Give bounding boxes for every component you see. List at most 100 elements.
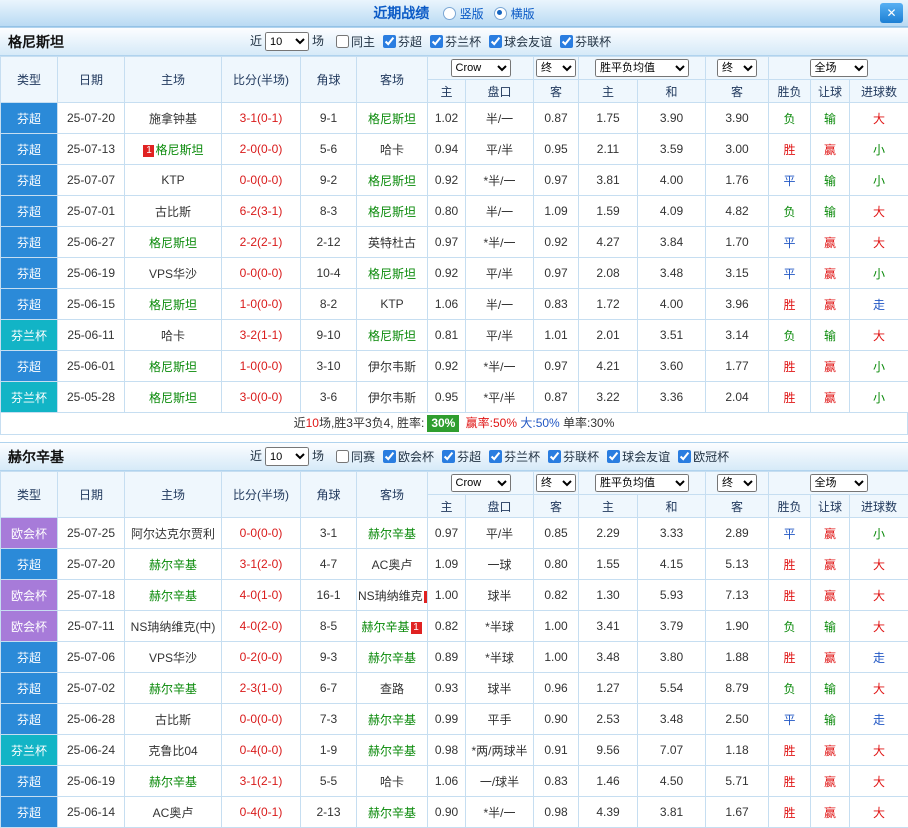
radio-button[interactable] [443, 7, 456, 20]
avg-draw-odds: 4.15 [638, 549, 706, 580]
odds-away: 0.83 [534, 289, 579, 320]
dialog-title: 近期战绩 [373, 5, 429, 21]
handicap-result-cell: 输 [811, 103, 850, 134]
initial-final-select-1[interactable]: 终 [536, 474, 576, 492]
match-count-select[interactable]: 10 [265, 32, 309, 51]
scope-select[interactable]: 全场 [810, 59, 868, 77]
avg-home-odds: 2.53 [579, 704, 638, 735]
home-team: 格尼斯坦 [125, 351, 222, 382]
corners: 7-3 [301, 704, 357, 735]
goals-cell: 大 [850, 797, 908, 828]
league-filter-checkbox[interactable] [560, 35, 573, 48]
radio-label[interactable]: 竖版 [460, 7, 484, 21]
away-team: 格尼斯坦 [357, 103, 428, 134]
odds-home: 1.09 [428, 549, 466, 580]
league-filter-checkbox[interactable] [336, 450, 349, 463]
result-cell: 负 [769, 103, 811, 134]
league-filter-checkbox[interactable] [383, 450, 396, 463]
match-score: 4-0(2-0) [222, 611, 301, 642]
home-team: 古比斯 [125, 704, 222, 735]
handicap-line: *半球 [466, 642, 534, 673]
avg-type-select[interactable]: 胜平负均值 [595, 474, 689, 492]
radio-label[interactable]: 横版 [511, 7, 535, 21]
odds-away: 0.97 [534, 165, 579, 196]
handicap-line: 球半 [466, 580, 534, 611]
league-filter-checkbox[interactable] [489, 35, 502, 48]
match-row: 欧会杯25-07-18赫尔辛基4-0(1-0)16-1NS珃纳维克11.00球半… [1, 580, 908, 611]
team-name: 赫尔辛基 [0, 447, 250, 467]
corners: 10-4 [301, 258, 357, 289]
league-filter[interactable]: 球会友谊 [489, 33, 552, 50]
away-team: 赫尔辛基1 [357, 611, 428, 642]
league-filter-checkbox[interactable] [336, 35, 349, 48]
initial-final-select-2[interactable]: 终 [717, 474, 757, 492]
league-filter[interactable]: 球会友谊 [607, 448, 670, 465]
initial-final-select-1[interactable]: 终 [536, 59, 576, 77]
avg-draw-odds: 4.00 [638, 289, 706, 320]
radio-button-selected[interactable] [494, 7, 507, 20]
league-filter-checkbox[interactable] [442, 450, 455, 463]
handicap-result-cell: 赢 [811, 227, 850, 258]
league-filter[interactable]: 芬兰杯 [489, 448, 540, 465]
match-date: 25-07-07 [58, 165, 125, 196]
corners: 3-6 [301, 382, 357, 413]
league-filter[interactable]: 同赛 [336, 448, 375, 465]
handicap-result-cell: 输 [811, 704, 850, 735]
league-filter[interactable]: 芬超 [383, 33, 422, 50]
league-filter-checkbox[interactable] [548, 450, 561, 463]
away-team: 英特杜古 [357, 227, 428, 258]
dropdown-cell: 胜平负均值 [579, 472, 706, 495]
league-filter-checkbox[interactable] [678, 450, 691, 463]
handicap-line: 半/一 [466, 289, 534, 320]
scope-select[interactable]: 全场 [810, 474, 868, 492]
match-row: 芬超25-06-14AC奥卢0-4(0-1)2-13赫尔辛基0.90*半/一0.… [1, 797, 908, 828]
red-card-badge: 1 [424, 591, 428, 603]
handicap-line: 平/半 [466, 134, 534, 165]
odds-home: 0.92 [428, 351, 466, 382]
match-row: 芬超25-06-01格尼斯坦1-0(0-0)3-10伊尔韦斯0.92*半/一0.… [1, 351, 908, 382]
match-date: 25-07-11 [58, 611, 125, 642]
titlebar: 近期战绩 竖版 横版 ✕ [0, 0, 908, 27]
odds-home: 1.00 [428, 580, 466, 611]
handicap-result-cell: 赢 [811, 382, 850, 413]
odds-away: 0.91 [534, 735, 579, 766]
column-header: 客 [534, 495, 579, 518]
league-filter[interactable]: 芬联杯 [560, 33, 611, 50]
initial-final-select-2[interactable]: 终 [717, 59, 757, 77]
match-count-select[interactable]: 10 [265, 447, 309, 466]
goals-cell: 小 [850, 351, 908, 382]
match-date: 25-07-20 [58, 549, 125, 580]
handicap-line: 一球 [466, 549, 534, 580]
column-header: 主 [579, 80, 638, 103]
league-filter-checkbox[interactable] [383, 35, 396, 48]
home-team: KTP [125, 165, 222, 196]
bookmaker-select[interactable]: Crow [451, 59, 511, 77]
league-badge: 芬超 [1, 289, 58, 320]
summary-text: 场,胜3平3负4, 胜率: [319, 416, 424, 430]
league-filter[interactable]: 同主 [336, 33, 375, 50]
home-team: 格尼斯坦 [125, 227, 222, 258]
league-filter-checkbox[interactable] [430, 35, 443, 48]
league-filter[interactable]: 芬联杯 [548, 448, 599, 465]
column-header: 角球 [301, 57, 357, 103]
corners: 6-7 [301, 673, 357, 704]
league-filter[interactable]: 芬超 [442, 448, 481, 465]
league-filter-checkbox[interactable] [607, 450, 620, 463]
league-filter[interactable]: 芬兰杯 [430, 33, 481, 50]
match-score: 0-2(0-0) [222, 642, 301, 673]
column-header: 客场 [357, 57, 428, 103]
close-button[interactable]: ✕ [880, 3, 903, 23]
away-team-name: KTP [380, 297, 403, 311]
away-team: 赫尔辛基 [357, 518, 428, 549]
avg-type-select[interactable]: 胜平负均值 [595, 59, 689, 77]
win-rate-badge: 30% [427, 415, 459, 432]
league-filter[interactable]: 欧会杯 [383, 448, 434, 465]
home-team: 赫尔辛基 [125, 580, 222, 611]
league-filter-checkbox[interactable] [489, 450, 502, 463]
league-filter[interactable]: 欧冠杯 [678, 448, 729, 465]
bookmaker-select[interactable]: Crow [451, 474, 511, 492]
avg-away-odds: 8.79 [706, 673, 769, 704]
odds-home: 0.81 [428, 320, 466, 351]
match-date: 25-07-18 [58, 580, 125, 611]
avg-away-odds: 5.71 [706, 766, 769, 797]
